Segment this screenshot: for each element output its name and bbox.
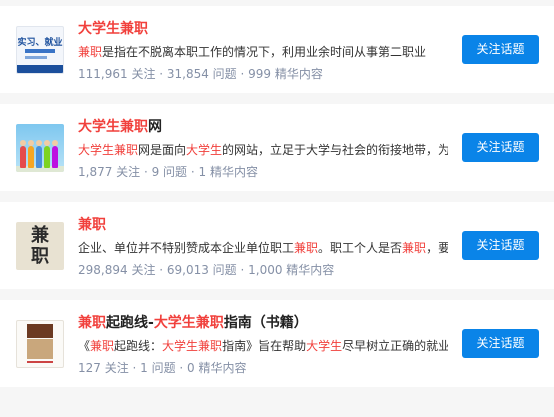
keyword-highlight: 兼职 (78, 315, 106, 331)
topic-thumbnail[interactable] (16, 124, 64, 172)
text-segment: 。职工个人是否 (318, 241, 403, 255)
text-segment: ，要看... (426, 241, 448, 255)
topic-description: 兼职是指在不脱离本职工作的情况下，利用业余时间从事第二职业 (78, 43, 448, 60)
topic-stats: 127 关注 · 1 问题 · 0 精华内容 (78, 361, 247, 375)
keyword-highlight: 大学生 (306, 339, 343, 353)
topic-title[interactable]: 兼职 (78, 214, 106, 234)
topic-card: 实习、就业 大学生兼职 兼职是指在不脱离本职工作的情况下，利用业余时间从事第二职… (0, 6, 554, 93)
topic-title[interactable]: 兼职起跑线-大学生兼职指南（书籍） (78, 312, 308, 332)
follow-topic-button[interactable]: 关注话题 (462, 133, 539, 162)
topic-stats: 111,961 关注 · 31,854 问题 · 999 精华内容 (78, 67, 323, 81)
topic-title[interactable]: 大学生兼职 (78, 18, 148, 38)
keyword-highlight: 大学生兼职 (153, 315, 224, 331)
text-segment: 《 (78, 339, 91, 353)
book-cover-thumbnail[interactable] (16, 320, 64, 368)
topic-stats: 1,877 关注 · 9 问题 · 1 精华内容 (78, 165, 258, 179)
text-segment: 指南（书籍） (223, 315, 308, 331)
keyword-highlight: 兼职 (402, 241, 427, 255)
thumbnail-text: 实习、就业 (17, 38, 63, 48)
topic-title[interactable]: 大学生兼职网 (78, 116, 162, 136)
keyword-highlight: 大学生兼职 (78, 143, 139, 157)
thumbnail-char-1: 兼 (31, 225, 49, 246)
follow-topic-button[interactable]: 关注话题 (462, 231, 539, 260)
text-segment: 起跑线： (114, 339, 163, 353)
thumbnail-char-2: 职 (31, 246, 49, 267)
follow-topic-button[interactable]: 关注话题 (462, 35, 539, 64)
thumbnail-text: 兼 职 (16, 225, 64, 267)
follow-topic-button[interactable]: 关注话题 (462, 329, 539, 358)
keyword-highlight: 兼职 (90, 339, 115, 353)
topic-description: 大学生兼职网是面向大学生的网站，立足于大学与社会的衔接地带，为大 (78, 141, 448, 158)
text-segment: 网 (148, 119, 162, 135)
text-segment: 尽早树立正确的就业观 (342, 339, 448, 353)
keyword-highlight: 兼职 (78, 45, 103, 59)
topic-card: 兼 职 兼职 企业、单位并不特别赞成本企业单位职工兼职。职工个人是否兼职，要看.… (0, 202, 554, 289)
topic-description: 企业、单位并不特别赞成本企业单位职工兼职。职工个人是否兼职，要看... (78, 239, 448, 256)
keyword-highlight: 兼职 (78, 217, 106, 233)
topic-card: 兼职起跑线-大学生兼职指南（书籍） 《兼职起跑线：大学生兼职指南》旨在帮助大学生… (0, 300, 554, 387)
topic-thumbnail[interactable]: 兼 职 (16, 222, 64, 270)
topic-card: 大学生兼职网 大学生兼职网是面向大学生的网站，立足于大学与社会的衔接地带，为大 … (0, 104, 554, 191)
text-segment: 指南》旨在帮助 (222, 339, 307, 353)
topic-stats: 298,894 关注 · 69,013 问题 · 1,000 精华内容 (78, 263, 335, 277)
keyword-highlight: 大学生兼职 (78, 119, 148, 135)
topic-list: 实习、就业 大学生兼职 兼职是指在不脱离本职工作的情况下，利用业余时间从事第二职… (0, 0, 554, 417)
text-segment: 企业、单位并不特别赞成本企业单位职工 (78, 241, 295, 255)
text-segment: 网是面向 (138, 143, 187, 157)
keyword-highlight: 大学生 (186, 143, 223, 157)
keyword-highlight: 兼职 (294, 241, 319, 255)
text-segment: 是指在不脱离本职工作的情况下，利用业余时间从事第二职业 (102, 45, 427, 59)
text-segment: 的网站，立足于大学与社会的衔接地带，为 (222, 143, 448, 157)
topic-description: 《兼职起跑线：大学生兼职指南》旨在帮助大学生尽早树立正确的就业观 (78, 337, 448, 354)
topic-thumbnail[interactable]: 实习、就业 (16, 26, 64, 74)
keyword-highlight: 大学生兼职 (78, 21, 148, 37)
keyword-highlight: 大学生兼职 (162, 339, 223, 353)
text-segment: 起跑线- (106, 315, 154, 331)
